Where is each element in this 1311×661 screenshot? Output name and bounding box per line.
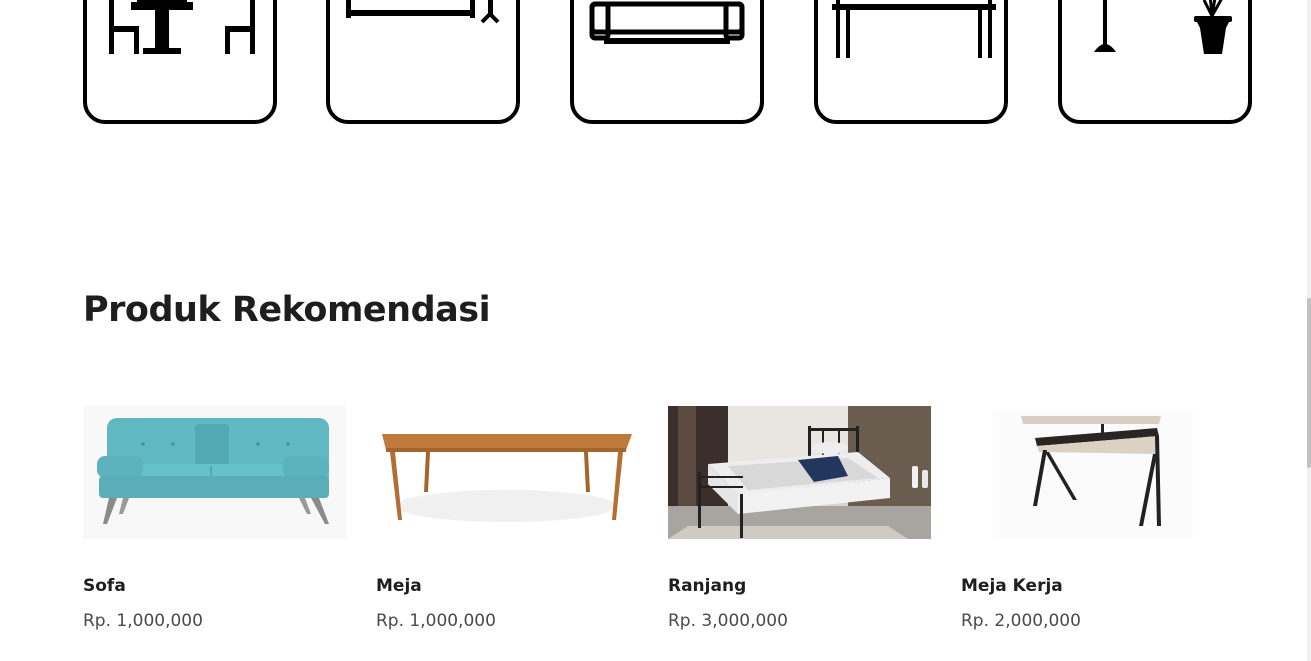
category-card-study-desk[interactable]: [326, 0, 520, 124]
product-price: Rp. 2,000,000: [961, 611, 1081, 631]
category-card-dining[interactable]: [83, 0, 277, 124]
section-title: Produk Rekomendasi: [83, 290, 491, 330]
product-name[interactable]: Meja Kerja: [961, 576, 1063, 596]
sofa-icon: [589, 1, 745, 44]
desk-icon: [346, 0, 500, 24]
product-name[interactable]: Sofa: [83, 576, 126, 596]
product-name[interactable]: Meja: [376, 576, 422, 596]
product-card[interactable]: Sofa Rp. 1,000,000: [83, 406, 346, 631]
scrollbar-thumb[interactable]: [1307, 298, 1311, 468]
category-card-decor[interactable]: [1058, 0, 1252, 124]
category-card-table[interactable]: [814, 0, 1008, 124]
work-desk-image[interactable]: [961, 406, 1224, 539]
product-card[interactable]: Meja Kerja Rp. 2,000,000: [961, 406, 1224, 631]
bed-image[interactable]: [668, 406, 931, 539]
lamp-plant-icon: [1094, 0, 1232, 54]
category-card-sofa[interactable]: [570, 0, 764, 124]
dining-table-icon: [109, 0, 255, 54]
product-card[interactable]: Ranjang Rp. 3,000,000: [668, 406, 931, 631]
sofa-image[interactable]: [83, 406, 346, 539]
table-icon: [832, 0, 996, 58]
product-price: Rp. 1,000,000: [376, 611, 496, 631]
product-card[interactable]: Meja Rp. 1,000,000: [376, 406, 639, 631]
table-image[interactable]: [376, 406, 639, 539]
product-price: Rp. 1,000,000: [83, 611, 203, 631]
product-name[interactable]: Ranjang: [668, 576, 746, 596]
scrollbar-track[interactable]: [1307, 0, 1311, 661]
product-price: Rp. 3,000,000: [668, 611, 788, 631]
